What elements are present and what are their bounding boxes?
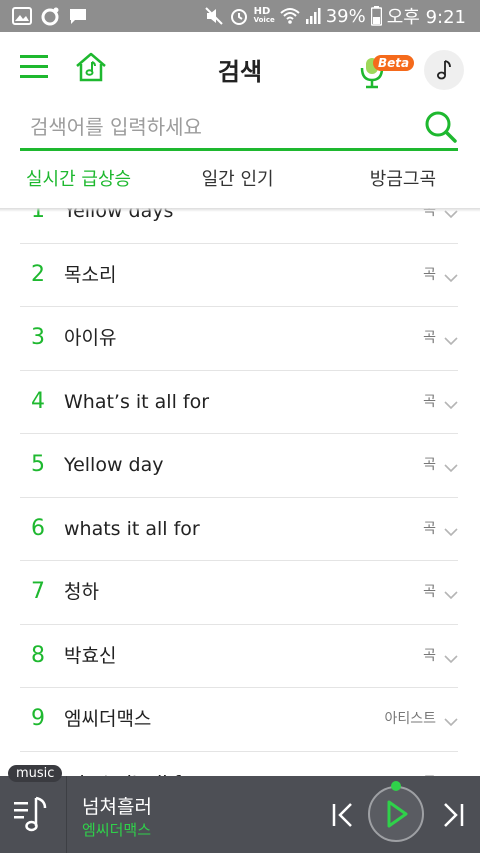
camera-app-icon — [40, 6, 60, 26]
search-term: What’s it all for — [64, 390, 210, 413]
list-item[interactable]: 9 엠씨더맥스 아티스트 — [20, 688, 458, 752]
clock: 오후 9:21 — [386, 7, 466, 28]
list-item[interactable]: 2 목소리 곡 — [20, 244, 458, 307]
music-note-icon[interactable] — [424, 50, 464, 90]
app-header: 검색 Beta — [0, 32, 480, 106]
result-type: 곡 — [423, 520, 436, 537]
image-icon — [12, 7, 32, 25]
search-term: 목소리 — [64, 263, 117, 286]
alarm-icon — [229, 6, 249, 26]
mini-player[interactable]: 넘쳐흘러 엠씨더맥스 — [0, 776, 480, 853]
rank-number: 2 — [31, 261, 45, 287]
tab-bar: 실시간 급상승 일간 인기 방금그곡 — [0, 158, 480, 208]
list-item[interactable]: 4 What’s it all for 곡 — [20, 371, 458, 434]
search-icon[interactable] — [424, 110, 458, 144]
previous-track-icon[interactable] — [330, 800, 356, 830]
tab-daily-popular[interactable]: 일간 인기 — [171, 158, 303, 208]
search-input[interactable] — [28, 106, 412, 148]
rank-number: 8 — [31, 642, 45, 668]
status-bar: HD Voice 39% 오후 9:21 — [0, 0, 480, 32]
now-playing-artist: 엠씨더맥스 — [82, 821, 152, 839]
chevron-down-icon[interactable] — [444, 331, 458, 346]
list-item[interactable]: 8 박효신 곡 — [20, 625, 458, 688]
chevron-down-icon[interactable] — [444, 395, 458, 409]
battery-percent: 39% — [325, 5, 366, 27]
search-term: whats it all for — [64, 517, 200, 540]
wifi-icon — [280, 7, 300, 25]
playlist-icon[interactable] — [12, 792, 54, 836]
result-type: 곡 — [423, 457, 436, 473]
result-type: 곡 — [423, 647, 436, 664]
search-term: Yellow day — [64, 454, 164, 476]
rank-number: 5 — [31, 452, 45, 477]
voice-label: Voice — [253, 16, 275, 24]
result-type: 곡 — [423, 266, 436, 283]
next-track-icon[interactable] — [440, 800, 466, 830]
chevron-down-icon[interactable] — [444, 458, 458, 473]
result-type: 아티스트 — [384, 711, 436, 727]
result-type: 곡 — [423, 330, 436, 346]
now-playing-title: 넘쳐흘러 — [82, 796, 152, 818]
search-term: 박효신 — [64, 644, 117, 667]
tab-that-song-just-now[interactable]: 방금그곡 — [304, 158, 480, 208]
play-button[interactable] — [368, 786, 424, 842]
chevron-down-icon[interactable] — [444, 268, 458, 282]
search-bar — [20, 106, 458, 151]
hd-voice-indicator: HD Voice — [254, 7, 275, 25]
list-item[interactable]: 3 아이유 곡 — [20, 307, 458, 371]
chevron-down-icon[interactable] — [444, 522, 458, 536]
result-type: 곡 — [423, 393, 436, 410]
search-term: 청하 — [64, 581, 99, 603]
chevron-down-icon[interactable] — [444, 649, 458, 663]
beta-badge: Beta — [373, 55, 415, 71]
list-item[interactable]: 7 청하 곡 — [20, 561, 458, 625]
search-term: 아이유 — [64, 327, 117, 349]
list-item[interactable]: 6 whats it all for 곡 — [20, 498, 458, 561]
result-type: 곡 — [423, 584, 436, 600]
playing-indicator-dot — [391, 781, 401, 791]
signal-icon — [305, 7, 321, 25]
battery-icon — [370, 6, 382, 26]
chat-icon — [68, 7, 88, 25]
list-item[interactable]: 5 Yellow day 곡 — [20, 434, 458, 498]
rank-number: 9 — [31, 706, 45, 731]
tab-bar-shadow — [0, 208, 480, 212]
hd-label: HD — [253, 6, 271, 17]
mute-icon — [204, 6, 224, 26]
chevron-down-icon[interactable] — [444, 712, 458, 727]
tab-realtime-rising[interactable]: 실시간 급상승 — [0, 158, 171, 208]
rank-number: 3 — [31, 325, 45, 350]
player-divider — [66, 776, 67, 853]
chevron-down-icon[interactable] — [444, 585, 458, 600]
trending-search-list: 1Yellow days곡2목소리곡3아이유곡4What’s it all fo… — [0, 180, 480, 815]
search-term: 엠씨더맥스 — [64, 708, 152, 730]
rank-number: 4 — [31, 388, 45, 414]
rank-number: 6 — [31, 515, 45, 541]
rank-number: 7 — [31, 579, 45, 604]
music-tag: music — [8, 765, 63, 782]
